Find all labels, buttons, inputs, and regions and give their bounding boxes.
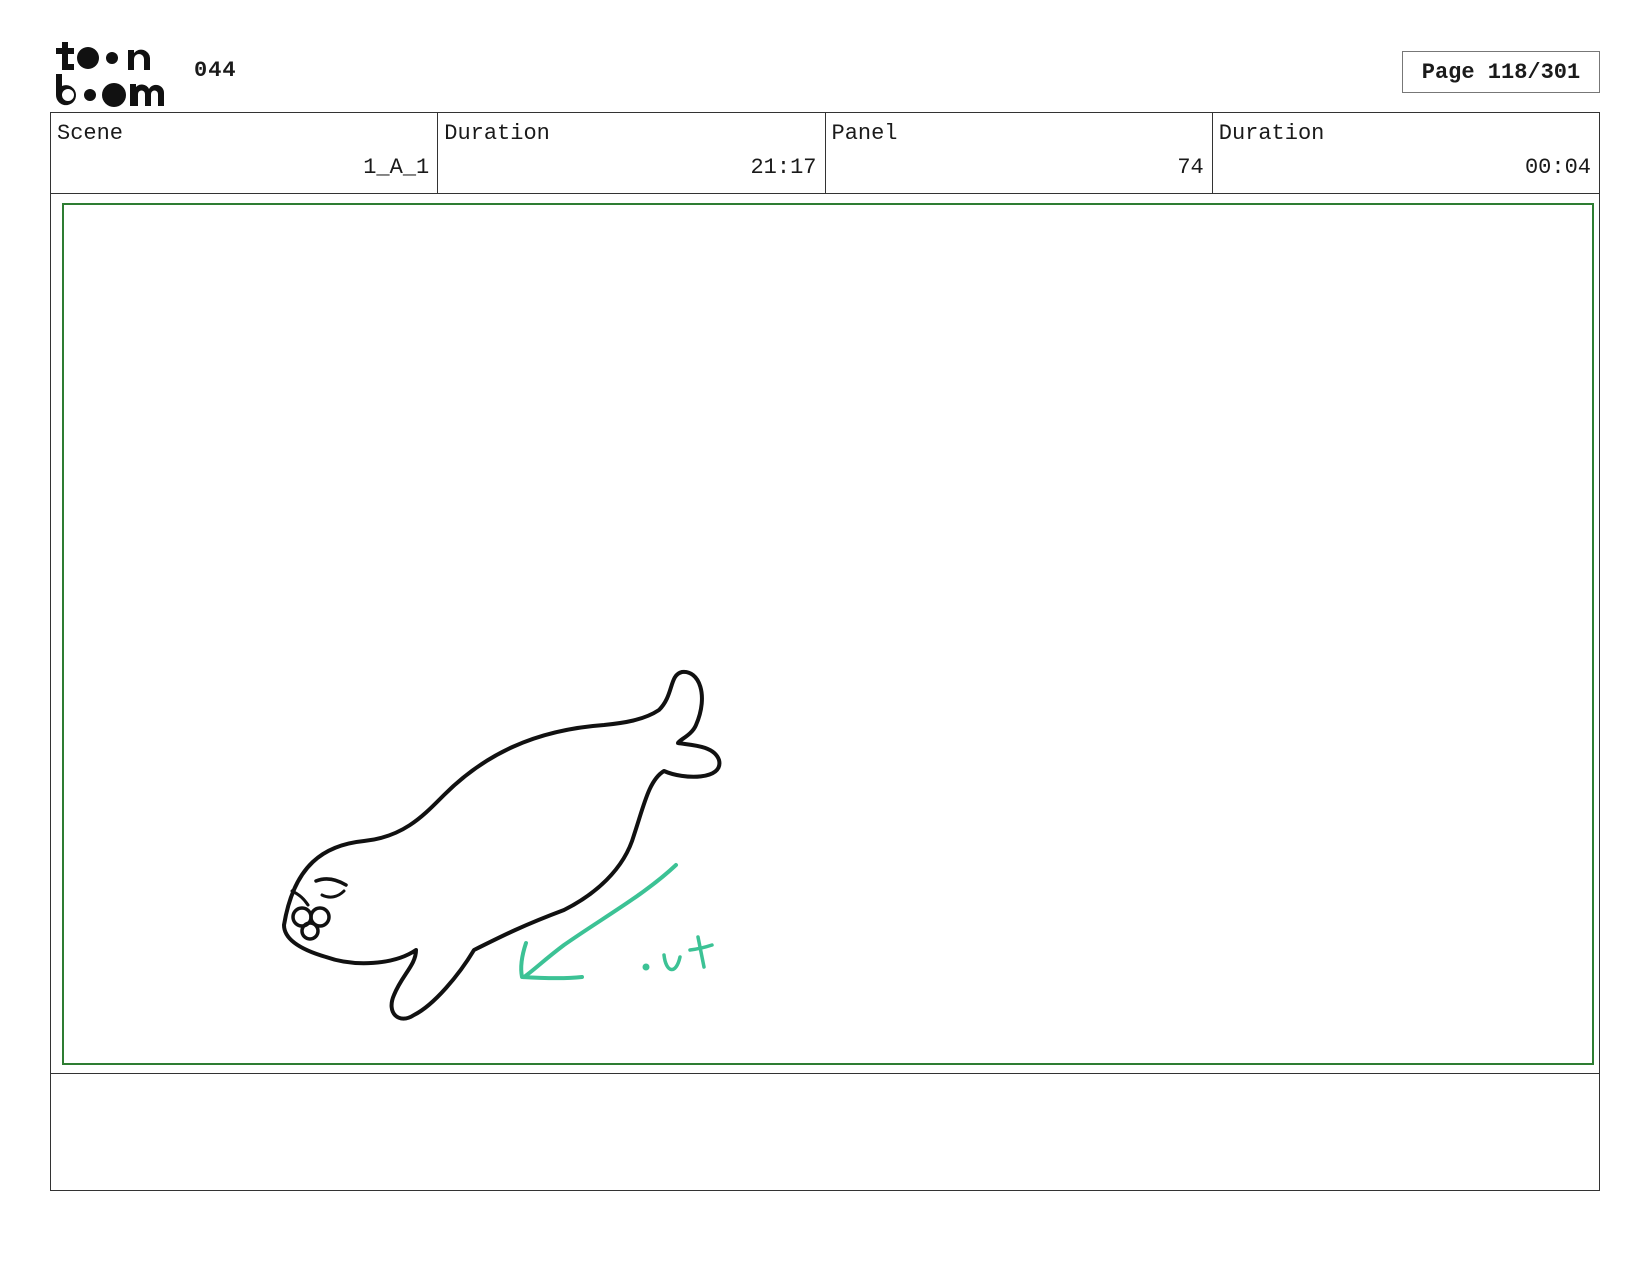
panel-value: 74 (1177, 155, 1204, 180)
document-number: 044 (194, 58, 237, 83)
toon-boom-logo (52, 38, 172, 108)
panel-cell: Panel 74 (826, 113, 1213, 193)
seal-sketch (282, 669, 722, 1021)
panel-notes-area (50, 1073, 1600, 1191)
scene-label: Scene (57, 121, 124, 146)
out-arrow-icon (522, 863, 678, 979)
scene-value: 1_A_1 (363, 155, 430, 180)
scene-duration-cell: Duration 21:17 (438, 113, 826, 193)
scene-cell: Scene 1_A_1 (51, 113, 439, 193)
scene-duration-value: 21:17 (750, 155, 817, 180)
panel-duration-cell: Duration 00:04 (1213, 113, 1599, 193)
seal-eye (314, 877, 348, 887)
info-table: Scene 1_A_1 Duration 21:17 Panel 74 Dura… (50, 112, 1600, 194)
scene-duration-label: Duration (444, 121, 550, 146)
page-indicator: Page 118/301 (1402, 51, 1600, 93)
panel-sketch (282, 669, 722, 1021)
storyboard-panel-image (62, 203, 1594, 1065)
toon-boom-logo-mark (55, 42, 165, 107)
panel-duration-label: Duration (1218, 121, 1325, 146)
panel-duration-value: 00:04 (1524, 155, 1591, 180)
panel-label: Panel (831, 121, 898, 146)
